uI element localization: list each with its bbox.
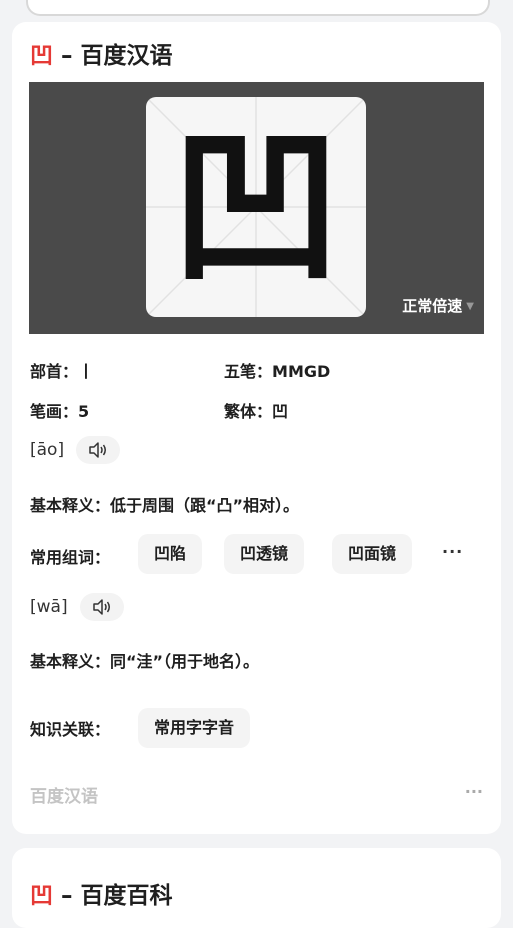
- strokes-value: 5: [78, 402, 90, 421]
- wubi-info: 五笔：MMGD: [224, 358, 330, 382]
- knowledge-label: 知识关联：: [30, 720, 111, 739]
- word-chip[interactable]: 凹陷: [138, 534, 203, 574]
- more-options-button[interactable]: ···: [465, 782, 483, 801]
- radical-value: 丨: [78, 362, 95, 381]
- speed-label: 正常倍速: [402, 297, 463, 315]
- baike-card: 凹 – 百度百科: [12, 848, 501, 928]
- speaker-icon: [89, 442, 107, 458]
- play-sound-button[interactable]: [76, 436, 121, 464]
- stroke-animation-player[interactable]: 凹 正常倍速 ▼: [29, 82, 484, 334]
- knowledge-chip[interactable]: 常用字字音: [138, 708, 251, 748]
- speaker-icon: [92, 599, 110, 615]
- char-grid: 凹: [146, 97, 366, 317]
- reading-wa: [wā]: [30, 593, 124, 621]
- title-separator: –: [53, 43, 81, 69]
- radical-info: 部首：丨: [30, 358, 94, 382]
- traditional-value: 凹: [272, 402, 289, 421]
- word-chip[interactable]: 凹面镜: [332, 534, 413, 574]
- definition: 基本释义：同“洼”（用于地名）。: [30, 652, 260, 671]
- title-source: 百度百科: [80, 883, 173, 909]
- wubi-label: 五笔：: [224, 362, 273, 381]
- play-sound-button[interactable]: [79, 593, 124, 621]
- definition: 基本释义：低于周围（跟“凸”相对）。: [30, 496, 300, 515]
- card-title[interactable]: 凹 – 百度汉语: [30, 36, 173, 70]
- pinyin: [āo]: [30, 440, 65, 460]
- search-box[interactable]: [26, 0, 490, 16]
- title-separator: –: [53, 883, 81, 909]
- traditional-label: 繁体：: [224, 402, 273, 421]
- title-source: 百度汉语: [80, 43, 173, 69]
- big-char: 凹: [170, 107, 341, 307]
- source-label[interactable]: 百度汉语: [30, 782, 98, 807]
- hanyu-card: 凹 – 百度汉语 凹 正常倍速 ▼ 部首：丨 五笔：MMGD 笔画：5 繁体： 凹 …: [12, 22, 501, 834]
- title-char: 凹: [30, 43, 53, 69]
- title-char: 凹: [30, 883, 53, 909]
- card-title[interactable]: 凹 – 百度百科: [30, 876, 173, 910]
- radical-label: 部首：: [30, 362, 79, 381]
- caret-down-icon: ▼: [466, 301, 474, 312]
- more-words-button[interactable]: ···: [442, 542, 463, 561]
- wubi-value: MMGD: [272, 362, 331, 381]
- word-chip[interactable]: 凹透镜: [224, 534, 305, 574]
- strokes-label: 笔画：: [30, 402, 79, 421]
- words-label: 常用组词：: [30, 548, 111, 567]
- speed-selector[interactable]: 正常倍速 ▼: [402, 295, 474, 316]
- strokes-info: 笔画：5: [30, 398, 89, 422]
- reading-ao: [āo]: [30, 436, 121, 464]
- traditional-info: 繁体：凹: [224, 398, 288, 422]
- pinyin: [wā]: [30, 597, 68, 617]
